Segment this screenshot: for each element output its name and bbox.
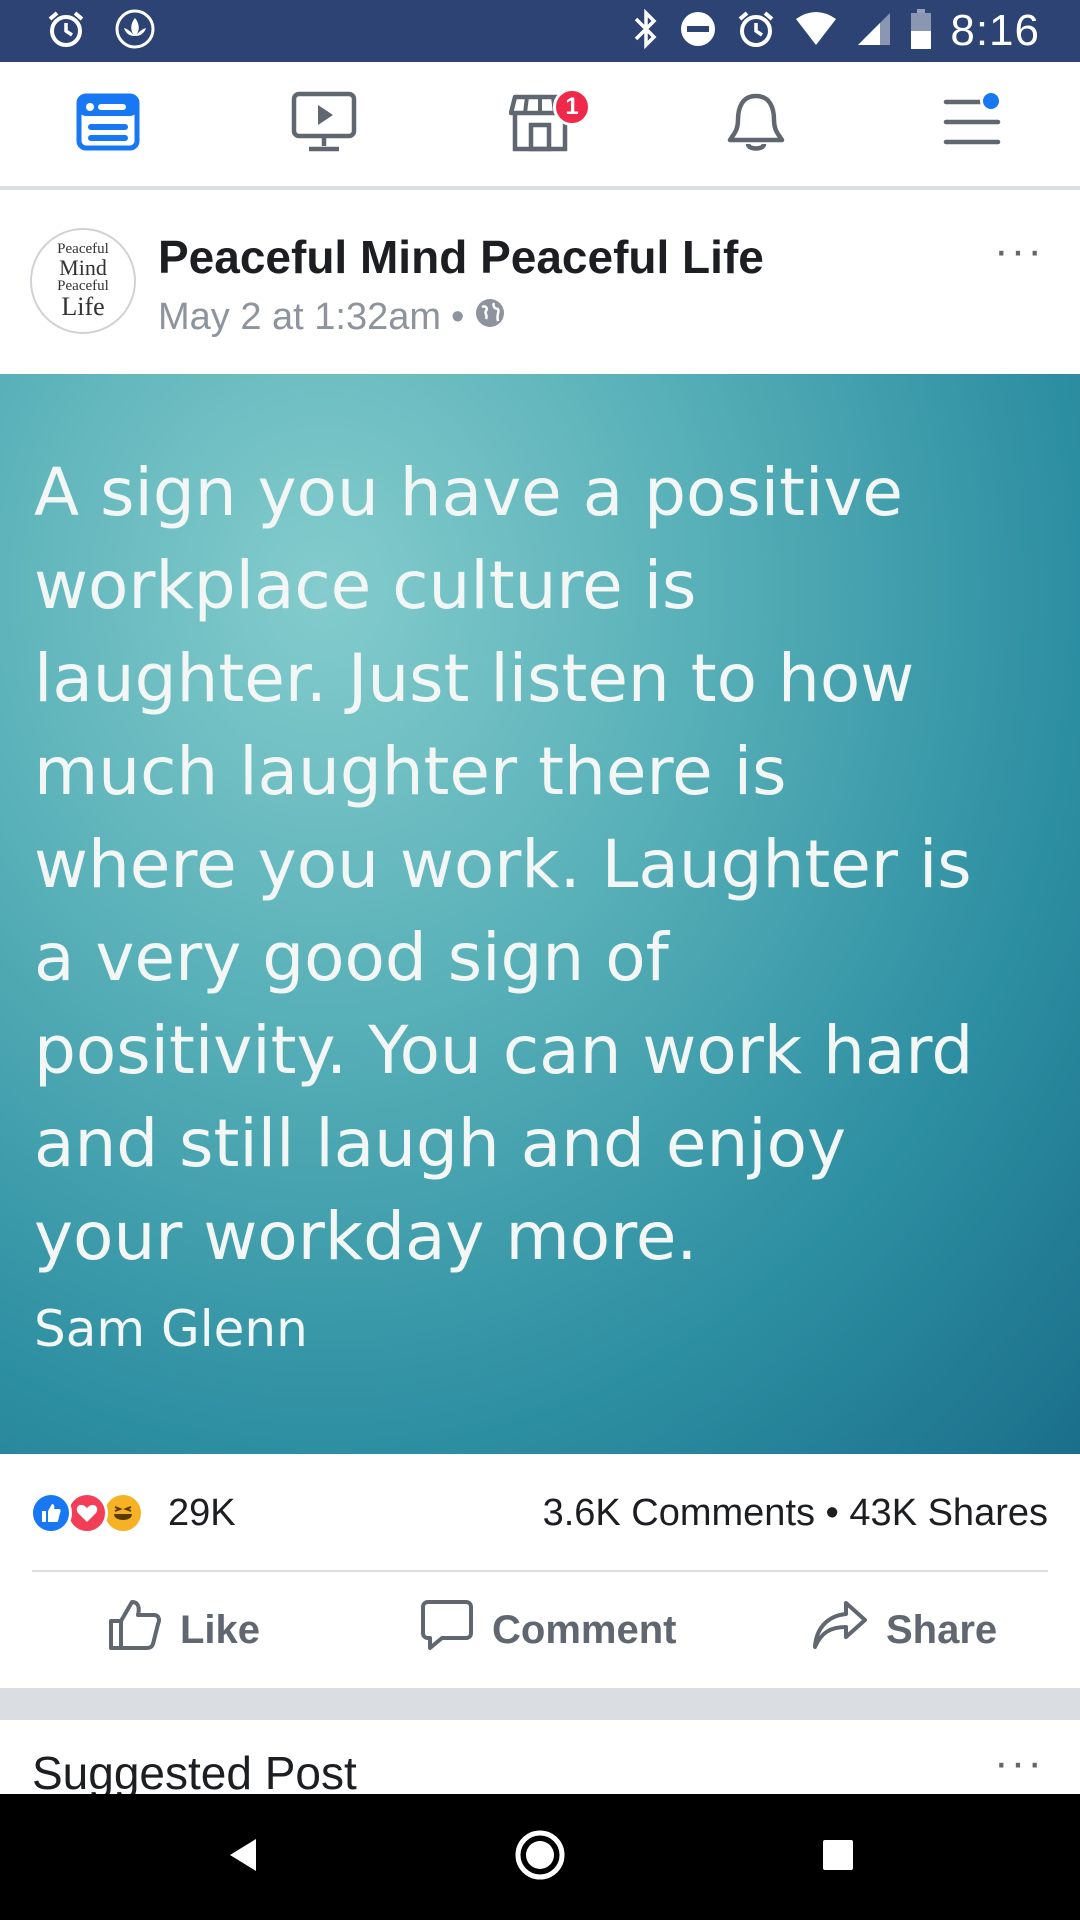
alarm-icon — [46, 9, 86, 54]
tab-watch[interactable] — [216, 62, 432, 186]
quote-author: Sam Glenn — [34, 1300, 308, 1358]
news-feed-icon — [76, 93, 140, 156]
do-not-disturb-icon — [678, 9, 718, 54]
avatar-text: Life — [61, 292, 105, 321]
suggested-post-title: Suggested Post — [32, 1747, 357, 1794]
meta-separator: • — [451, 296, 465, 338]
tab-menu[interactable] — [864, 62, 1080, 186]
tab-notifications[interactable] — [648, 62, 864, 186]
share-label: Share — [886, 1607, 998, 1652]
globe-icon — [474, 296, 506, 339]
back-button[interactable] — [182, 1794, 302, 1920]
post-actions: Like Comment Share — [0, 1572, 1080, 1688]
post-meta: May 2 at 1:32am • — [158, 296, 506, 339]
page-avatar[interactable]: Peaceful Mind Peaceful Life — [30, 228, 136, 334]
post-header: Peaceful Mind Peaceful Life Peaceful Min… — [0, 196, 1080, 374]
comment-icon — [420, 1599, 474, 1661]
home-button[interactable] — [480, 1794, 600, 1920]
comment-button[interactable]: Comment — [420, 1572, 676, 1688]
recents-button[interactable] — [778, 1794, 898, 1920]
like-label: Like — [180, 1607, 261, 1652]
recents-icon — [820, 1837, 856, 1878]
comment-label: Comment — [492, 1607, 677, 1652]
android-navigation-bar — [0, 1794, 1080, 1920]
lotus-icon — [114, 8, 156, 55]
love-reaction-icon — [66, 1492, 108, 1534]
video-icon — [291, 91, 357, 158]
avatar-text: Mind — [59, 255, 107, 280]
wifi-icon — [794, 11, 838, 52]
haha-reaction-icon — [102, 1492, 144, 1534]
bell-icon — [726, 90, 786, 159]
top-navigation: 1 — [0, 62, 1080, 190]
like-reaction-icon — [30, 1492, 72, 1534]
back-icon — [224, 1835, 260, 1880]
like-button[interactable]: Like — [108, 1572, 260, 1688]
post-image[interactable]: A sign you have a positive workplace cul… — [0, 374, 1080, 1454]
post-options-button[interactable]: ··· — [994, 226, 1044, 276]
thumbs-up-icon — [108, 1599, 162, 1661]
page-name-link[interactable]: Peaceful Mind Peaceful Life — [158, 230, 764, 284]
battery-icon — [910, 8, 932, 54]
alarm-icon — [736, 9, 776, 54]
bluetooth-icon — [632, 8, 660, 54]
reactions-summary[interactable]: 29K 3.6K Comments • 43K Shares — [0, 1454, 1080, 1570]
notification-badge: 1 — [553, 88, 591, 126]
tab-marketplace[interactable]: 1 — [432, 62, 648, 186]
reaction-count[interactable]: 29K — [168, 1492, 236, 1535]
suggested-post-header: Suggested Post ··· — [0, 1720, 1080, 1794]
home-icon — [514, 1829, 566, 1886]
comments-shares-count[interactable]: 3.6K Comments • 43K Shares — [543, 1492, 1048, 1535]
new-indicator-dot — [980, 90, 1002, 112]
share-icon — [812, 1600, 868, 1660]
reaction-icons — [30, 1492, 144, 1534]
status-bar: 8:16 — [0, 0, 1080, 62]
tab-news-feed[interactable] — [0, 62, 216, 186]
quote-text: A sign you have a positive workplace cul… — [34, 454, 974, 1275]
feed-separator — [0, 1688, 1080, 1720]
share-button[interactable]: Share — [812, 1572, 997, 1688]
signal-icon — [856, 11, 892, 52]
post-timestamp[interactable]: May 2 at 1:32am — [158, 296, 441, 339]
clock-time: 8:16 — [950, 6, 1040, 55]
suggested-options-button[interactable]: ··· — [994, 1738, 1044, 1788]
